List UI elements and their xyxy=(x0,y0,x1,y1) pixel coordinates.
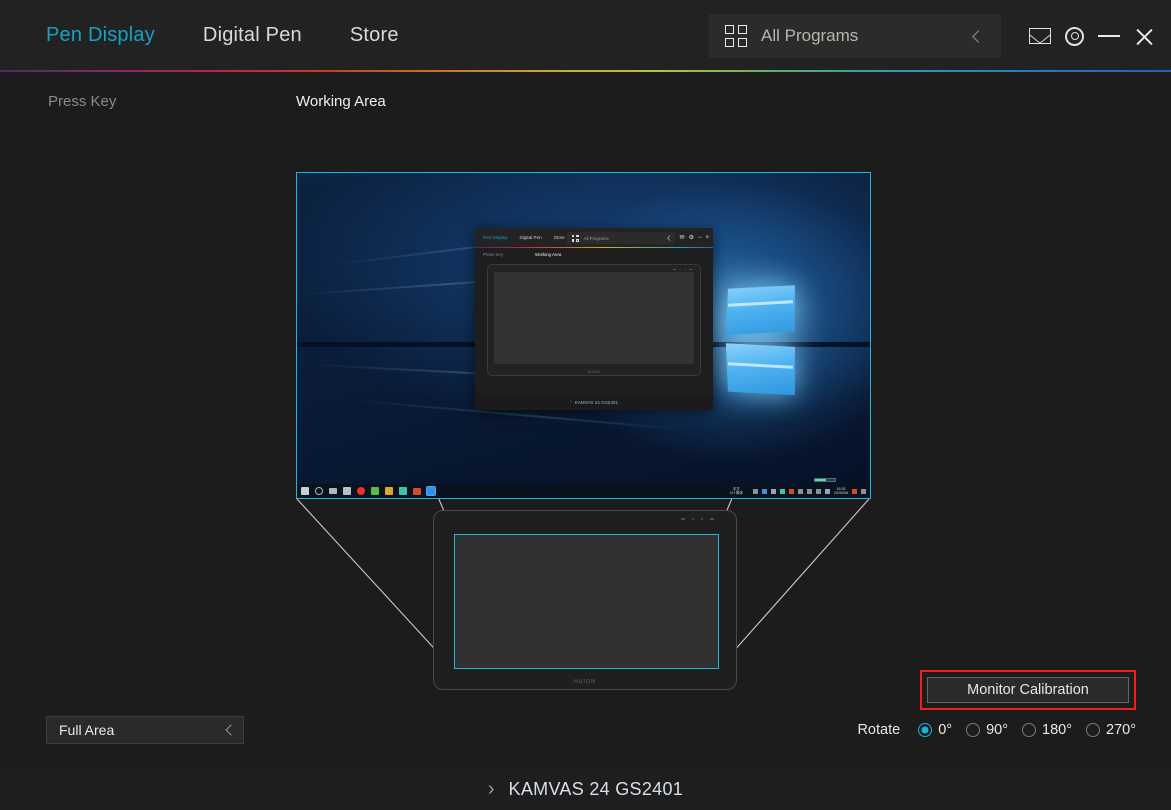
opera-icon xyxy=(357,487,365,495)
nested-grid-icon xyxy=(571,234,579,242)
start-menu-icon xyxy=(301,487,309,495)
nested-tablet-working-area xyxy=(494,272,694,364)
task-view-icon xyxy=(329,488,337,494)
system-tray: 中文 CH 简体 16:35 2025/5/8 xyxy=(729,478,866,496)
tab-digital-pen[interactable]: Digital Pen xyxy=(203,24,302,47)
nested-header-right: All Programs ✉ ⚙ − × xyxy=(566,232,709,244)
nested-app-window: Pen Display Digital Pen Store All Progra… xyxy=(475,228,713,410)
tablet-device-preview[interactable]: HUION xyxy=(433,510,737,690)
tray-icon-2 xyxy=(771,488,776,494)
nested-tablet-controls-icon: ▬ ▪ ▪ ▬ xyxy=(672,267,694,271)
tray-icon-4 xyxy=(789,488,794,494)
nested-minimize-icon: − xyxy=(697,235,702,241)
working-area-preview: Pen Display Digital Pen Store All Progra… xyxy=(0,130,1171,710)
monitor-preview[interactable]: Pen Display Digital Pen Store All Progra… xyxy=(296,172,871,499)
tablet-bezel-controls-icon xyxy=(681,518,714,520)
battery-indicator xyxy=(814,478,836,482)
windows-taskbar: 中文 CH 简体 16:35 2025/5/8 xyxy=(297,478,870,498)
tray-chevron-icon xyxy=(753,488,758,494)
tray-icon-5 xyxy=(798,488,803,494)
radio-icon-270[interactable] xyxy=(1086,723,1100,737)
notification-icon xyxy=(852,488,857,494)
nested-all-programs-selector: All Programs xyxy=(566,232,675,244)
taskbar-clock: 16:35 2025/5/8 xyxy=(834,486,848,495)
ime-indicator: 中文 CH 简体 xyxy=(729,486,743,495)
nested-tablet-preview: ▬ ▪ ▪ ▬ HUION xyxy=(487,264,701,376)
area-mode-value: Full Area xyxy=(59,722,115,738)
tray-icon-8 xyxy=(825,488,830,494)
huion-driver-taskbar-icon xyxy=(426,486,436,496)
nested-nav-tabs: Pen Display Digital Pen Store xyxy=(483,235,577,240)
tab-store[interactable]: Store xyxy=(350,24,399,47)
header-right-controls: All Programs xyxy=(709,14,1155,58)
subtab-working-area[interactable]: Working Area xyxy=(296,93,386,110)
tray-icon-7 xyxy=(816,488,821,494)
nested-subtab-working-area: Working Area xyxy=(535,252,562,257)
nested-subtab-press-key: Press Key xyxy=(483,252,504,257)
nested-section-tabs: Press Key Working Area xyxy=(475,248,713,262)
minimize-icon[interactable] xyxy=(1098,35,1120,37)
chevron-right-icon[interactable]: › xyxy=(488,779,495,799)
nested-tab-pen-display: Pen Display xyxy=(483,235,508,240)
search-icon xyxy=(315,487,323,495)
store-icon xyxy=(343,487,351,495)
tab-pen-display[interactable]: Pen Display xyxy=(46,24,155,47)
monitor-calibration-button[interactable]: Monitor Calibration xyxy=(927,677,1129,703)
nested-header: Pen Display Digital Pen Store All Progra… xyxy=(475,228,713,247)
nested-chevron-left-icon xyxy=(667,235,673,241)
nested-footer-device-name: KAMVAS 24 GS2401 xyxy=(574,399,618,405)
nested-brand-label: HUION xyxy=(587,370,601,374)
section-tabs: Press Key Working Area xyxy=(0,93,1171,119)
all-programs-selector[interactable]: All Programs xyxy=(709,14,1001,58)
connected-device-name: KAMVAS 24 GS2401 xyxy=(508,778,684,799)
rotate-control-group: Rotate 0° 90° 180° 270° xyxy=(857,718,1136,742)
calibration-highlight-box: Monitor Calibration xyxy=(920,670,1136,710)
tablet-working-area[interactable] xyxy=(454,534,719,669)
tray-icon-3 xyxy=(780,488,785,494)
main-nav-tabs: Pen Display Digital Pen Store xyxy=(46,24,447,47)
file-explorer-icon xyxy=(385,487,393,495)
radio-icon-180[interactable] xyxy=(1022,723,1036,737)
chevron-left-icon[interactable] xyxy=(225,724,237,736)
rotate-option-90[interactable]: 90° xyxy=(966,722,1008,738)
nested-footer-chevron-icon: › xyxy=(570,399,572,405)
rotate-label: Rotate xyxy=(857,722,901,738)
window-controls xyxy=(1015,26,1155,47)
tray-icon-1 xyxy=(762,488,767,494)
nested-footer: › KAMVAS 24 GS2401 xyxy=(475,394,713,410)
app-header: Pen Display Digital Pen Store All Progra… xyxy=(0,0,1171,70)
rotate-option-180[interactable]: 180° xyxy=(1022,722,1072,738)
close-icon[interactable] xyxy=(1134,26,1155,47)
subtab-press-key[interactable]: Press Key xyxy=(48,93,116,110)
red-app-icon xyxy=(413,487,421,495)
teal-app-icon xyxy=(399,487,407,495)
mail-icon[interactable] xyxy=(1029,28,1051,44)
nested-tab-digital-pen: Digital Pen xyxy=(519,235,542,240)
rotate-option-270[interactable]: 270° xyxy=(1086,722,1136,738)
rainbow-divider xyxy=(0,70,1171,72)
radio-icon-90[interactable] xyxy=(966,723,981,737)
nested-tab-store: Store xyxy=(553,235,565,240)
tablet-brand-label: HUION xyxy=(573,679,597,685)
taskbar-icons xyxy=(301,486,436,496)
all-programs-label: All Programs xyxy=(761,26,859,45)
grid-icon xyxy=(725,25,747,47)
nested-gear-icon: ⚙ xyxy=(688,235,694,241)
area-mode-selector[interactable]: Full Area xyxy=(46,716,244,744)
tray-icon-6 xyxy=(807,488,812,494)
device-selector-footer[interactable]: › KAMVAS 24 GS2401 xyxy=(0,768,1171,810)
rotate-option-0[interactable]: 0° xyxy=(918,722,952,738)
nested-window-controls: ✉ ⚙ − × xyxy=(680,235,709,241)
radio-icon-0[interactable] xyxy=(918,723,933,737)
action-center-icon xyxy=(861,488,866,494)
green-app-icon xyxy=(371,487,379,495)
gear-icon[interactable] xyxy=(1065,26,1084,46)
chevron-left-icon[interactable] xyxy=(972,29,985,43)
nested-close-icon: × xyxy=(705,235,709,241)
nested-mail-icon: ✉ xyxy=(679,235,685,241)
nested-all-programs-label: All Programs xyxy=(583,235,609,241)
windows-logo-icon xyxy=(724,280,798,403)
